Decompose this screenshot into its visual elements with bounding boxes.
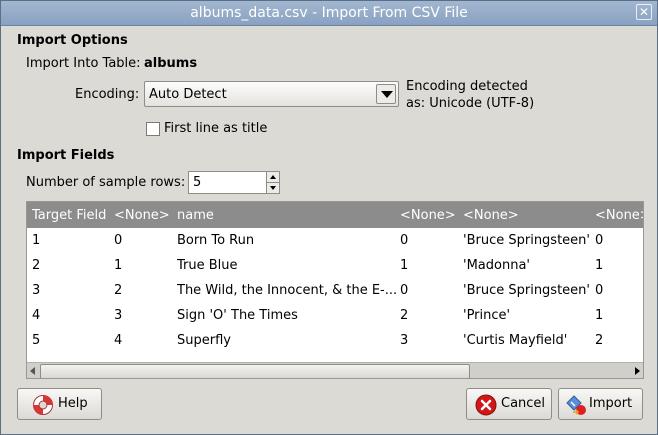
table-row[interactable]: 2 1 True Blue 1 'Madonna' 1	[27, 253, 643, 278]
table-cell: 1	[595, 308, 604, 323]
cancel-icon	[475, 394, 497, 416]
table-cell: 0	[400, 283, 409, 298]
table-cell: 1	[114, 258, 123, 273]
table-row[interactable]: 4 3 Sign 'O' The Times 2 'Prince' 1	[27, 303, 643, 328]
column-header[interactable]: <None>	[463, 208, 593, 223]
table-cell: 2	[32, 258, 41, 273]
table-cell: 4	[32, 308, 41, 323]
table-cell: 3	[32, 283, 41, 298]
table-cell: 2	[114, 283, 123, 298]
sample-rows-label: Number of sample rows:	[26, 175, 186, 190]
spin-down-icon[interactable]	[266, 183, 279, 193]
close-icon[interactable]: ✕	[636, 4, 652, 20]
table-row[interactable]: 5 4 Superfly 3 'Curtis Mayfield' 2	[27, 328, 643, 353]
table-cell: Sign 'O' The Times	[177, 308, 298, 323]
encoding-combo[interactable]: Auto Detect	[144, 81, 399, 107]
table-row[interactable]: 1 0 Born To Run 0 'Bruce Springsteen' 0	[27, 228, 643, 253]
table-cell: 0	[595, 233, 604, 248]
table-cell: 0	[400, 233, 409, 248]
help-button[interactable]: Help	[17, 388, 102, 420]
title-bar[interactable]: albums_data.csv - Import From CSV File ✕	[1, 1, 657, 26]
table-cell: 3	[114, 308, 123, 323]
table-cell: 'Curtis Mayfield'	[463, 333, 568, 348]
table-cell: 1	[595, 258, 604, 273]
table-name: albums	[144, 56, 198, 71]
cancel-button[interactable]: Cancel	[466, 388, 552, 420]
table-cell: Superfly	[177, 333, 231, 348]
horizontal-scrollbar[interactable]	[27, 362, 643, 378]
encoding-detected-line2: as: Unicode (UTF-8)	[406, 96, 535, 111]
import-icon	[566, 395, 586, 415]
table-cell: 4	[114, 333, 123, 348]
import-options-header: Import Options	[17, 33, 128, 48]
column-header[interactable]: Target Field	[32, 208, 112, 223]
window-title: albums_data.csv - Import From CSV File	[190, 5, 468, 21]
first-line-label[interactable]: First line as title	[164, 121, 267, 136]
import-fields-header: Import Fields	[17, 148, 115, 163]
scroll-left-icon[interactable]	[30, 367, 35, 375]
sample-rows-value: 5	[193, 175, 202, 190]
cancel-label: Cancel	[501, 396, 546, 411]
table-cell: 0	[595, 283, 604, 298]
import-into-label: Import Into Table:	[26, 56, 141, 71]
import-label: Import	[589, 396, 633, 411]
table-cell: The Wild, the Innocent, & the E-...	[177, 283, 397, 298]
scrollbar-thumb[interactable]	[40, 364, 470, 378]
sample-rows-spinner[interactable]: 5	[188, 171, 280, 194]
encoding-detected-line1: Encoding detected	[406, 79, 528, 94]
scroll-right-icon[interactable]	[635, 367, 640, 375]
table-cell: 0	[114, 233, 123, 248]
table-header: Target Field <None> name <None> <None> <…	[27, 202, 643, 228]
encoding-label: Encoding:	[75, 87, 140, 102]
table-cell: True Blue	[177, 258, 238, 273]
first-line-checkbox[interactable]	[146, 122, 160, 136]
column-header[interactable]: <None>	[114, 208, 176, 223]
spin-up-icon[interactable]	[266, 172, 279, 183]
preview-table: Target Field <None> name <None> <None> <…	[26, 201, 644, 379]
table-cell: 2	[595, 333, 604, 348]
table-row[interactable]: 3 2 The Wild, the Innocent, & the E-... …	[27, 278, 643, 303]
table-cell: 'Prince'	[463, 308, 511, 323]
table-cell: 'Madonna'	[463, 258, 530, 273]
import-button[interactable]: Import	[558, 388, 643, 420]
column-header[interactable]: <None>	[400, 208, 462, 223]
table-cell: 3	[400, 333, 409, 348]
column-header[interactable]: <None>	[595, 208, 643, 223]
lifebuoy-icon	[33, 395, 53, 415]
table-cell: 1	[32, 233, 41, 248]
table-cell: 'Bruce Springsteen'	[463, 283, 590, 298]
table-cell: 2	[400, 308, 409, 323]
import-csv-dialog: albums_data.csv - Import From CSV File ✕…	[0, 0, 658, 435]
chevron-down-icon[interactable]	[376, 84, 396, 104]
column-header[interactable]: name	[177, 208, 397, 223]
table-cell: 'Bruce Springsteen'	[463, 233, 590, 248]
table-cell: 1	[400, 258, 409, 273]
table-cell: Born To Run	[177, 233, 255, 248]
table-cell: 5	[32, 333, 41, 348]
help-label: Help	[58, 396, 88, 411]
encoding-value: Auto Detect	[149, 87, 227, 102]
